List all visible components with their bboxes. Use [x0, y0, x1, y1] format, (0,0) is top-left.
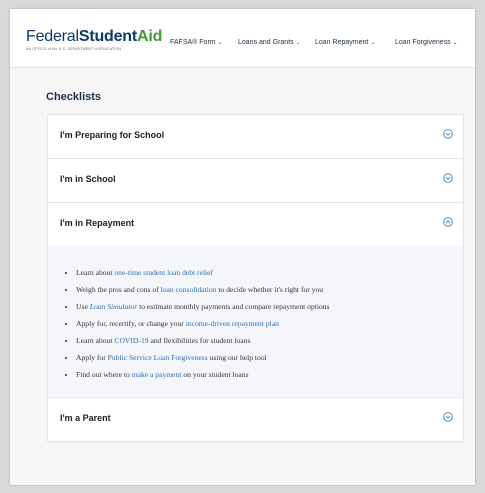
item-text: to decide whether it's right for you — [216, 285, 324, 294]
expand-chevron-icon[interactable] — [443, 412, 453, 422]
accordion-label: I'm in School — [60, 174, 116, 184]
item-text: Apply for, recertify, or change your — [76, 319, 186, 328]
accordion-item-in-repayment: I'm in Repayment Learn about one-time st… — [48, 203, 463, 398]
link-covid-19[interactable]: COVID-19 — [114, 336, 148, 345]
accordion-item-parent: I'm a Parent — [48, 398, 463, 441]
chevron-down-icon: ⌄ — [452, 40, 458, 46]
link-loan-simulator[interactable]: Loan Simulator — [90, 302, 137, 311]
nav-loan-forgiveness[interactable]: Loan Forgiveness ⌄ — [395, 39, 458, 46]
list-item: Learn about COVID-19 and flexibilities f… — [76, 332, 451, 349]
nav-label: Loans and Grants — [238, 39, 294, 46]
link-debt-relief[interactable]: one-time student loan debt relief — [114, 268, 213, 277]
nav-label: Loan Repayment — [315, 39, 369, 46]
item-text: Use — [76, 302, 90, 311]
item-text: using our help tool — [207, 353, 267, 362]
browser-frame: FederalStudentAid AN OFFICE of the U.S. … — [10, 9, 475, 485]
logo-aid: Aid — [137, 28, 163, 45]
item-text: to estimate monthly payments and compare… — [137, 302, 330, 311]
accordion-label: I'm a Parent — [60, 413, 111, 423]
list-item: Apply for, recertify, or change your inc… — [76, 315, 451, 332]
chevron-down-icon: ⌄ — [217, 40, 223, 46]
item-text: Learn about — [76, 336, 115, 345]
list-item: Use Loan Simulator to estimate monthly p… — [76, 298, 451, 315]
page-title: Checklists — [46, 91, 102, 103]
list-item: Apply for Public Service Loan Forgivenes… — [76, 349, 451, 366]
list-item: Weigh the pros and cons of loan consolid… — [76, 281, 451, 298]
accordion-header-preparing[interactable]: I'm Preparing for School — [48, 115, 463, 158]
nav-loan-repayment[interactable]: Loan Repayment ⌄ — [315, 39, 375, 46]
item-text: and flexibilities for student loans — [148, 336, 251, 345]
logo-subline: AN OFFICE of the U.S. DEPARTMENT of EDUC… — [26, 47, 122, 51]
link-loan-consolidation[interactable]: loan consolidation — [161, 285, 217, 294]
list-item: Learn about one-time student loan debt r… — [76, 264, 451, 281]
nav-label: Loan Forgiveness — [395, 39, 451, 46]
link-pslf[interactable]: Public Service Loan Forgiveness — [108, 353, 208, 362]
accordion-label: I'm in Repayment — [60, 218, 135, 228]
item-text: Apply for — [76, 353, 108, 362]
logo-federal: Federal — [26, 28, 79, 45]
collapse-chevron-icon[interactable] — [443, 217, 453, 227]
accordion-header-in-repayment[interactable]: I'm in Repayment — [48, 203, 463, 246]
accordion-body-in-repayment: Learn about one-time student loan debt r… — [48, 246, 463, 397]
nav-loans-and-grants[interactable]: Loans and Grants ⌄ — [238, 39, 301, 46]
expand-chevron-icon[interactable] — [443, 173, 453, 183]
logo-student: Student — [78, 28, 138, 45]
repayment-checklist: Learn about one-time student loan debt r… — [64, 264, 451, 383]
item-text: Find out where to — [76, 370, 132, 379]
expand-chevron-icon[interactable] — [443, 129, 453, 139]
chevron-down-icon: ⌄ — [370, 40, 376, 46]
accordion-item-preparing: I'm Preparing for School — [48, 115, 463, 159]
accordion-label: I'm Preparing for School — [60, 130, 165, 140]
link-make-payment[interactable]: make a payment — [132, 370, 182, 379]
chevron-down-icon: ⌄ — [295, 40, 301, 46]
site-header: FederalStudentAid AN OFFICE of the U.S. … — [10, 9, 475, 68]
item-text: Learn about — [76, 268, 115, 277]
list-item: Find out where to make a payment on your… — [76, 366, 451, 383]
accordion-item-in-school: I'm in School — [48, 159, 463, 203]
federal-student-aid-logo[interactable]: FederalStudentAid AN OFFICE of the U.S. … — [26, 28, 163, 52]
link-idr-plan[interactable]: income-driven repayment plan — [186, 319, 279, 328]
item-text: on your student loans — [181, 370, 249, 379]
item-text: Weigh the pros and cons of — [76, 285, 161, 294]
nav-fafsa-form[interactable]: FAFSA® Form ⌄ — [170, 39, 223, 46]
checklists-accordion: I'm Preparing for School I'm in School I… — [47, 114, 464, 442]
accordion-header-parent[interactable]: I'm a Parent — [48, 398, 463, 441]
accordion-header-in-school[interactable]: I'm in School — [48, 159, 463, 202]
nav-label: FAFSA® Form — [170, 39, 216, 46]
